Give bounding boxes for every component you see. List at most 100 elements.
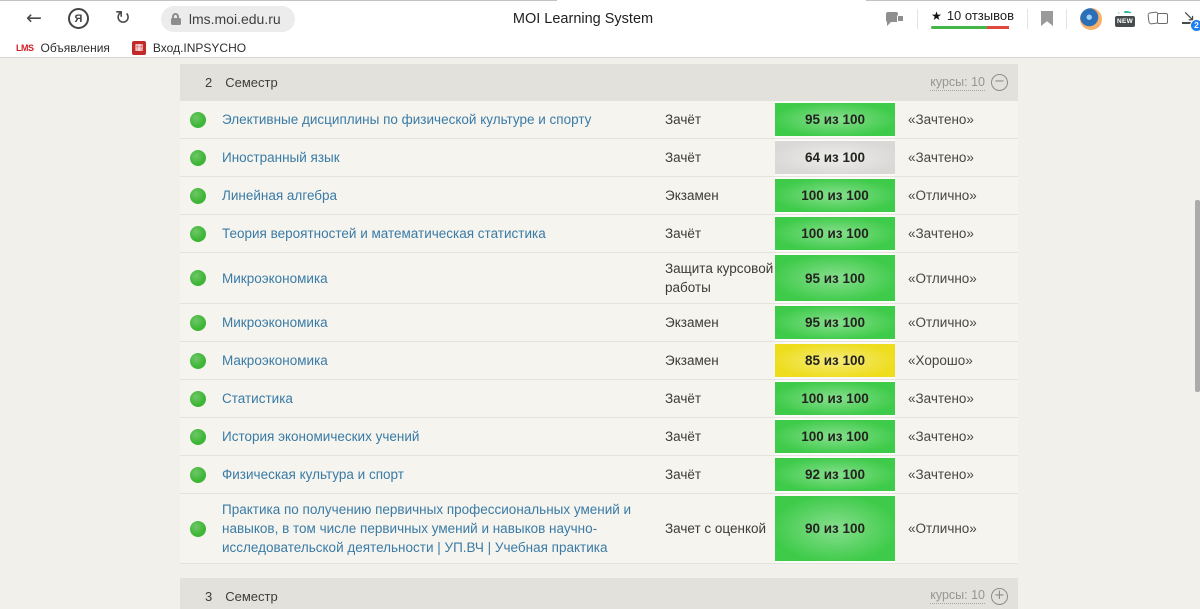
semester-3-header[interactable]: 3 Семестр курсы: 10 + bbox=[180, 578, 1018, 609]
course-link[interactable]: Статистика bbox=[222, 391, 293, 406]
grade-text: «Зачтено» bbox=[895, 429, 1018, 444]
refresh-icon[interactable]: ↻ bbox=[115, 9, 131, 28]
expand-icon[interactable]: + bbox=[991, 588, 1008, 605]
browser-extension-icon[interactable] bbox=[1080, 8, 1102, 30]
course-cell: Линейная алгебра bbox=[222, 180, 665, 211]
course-link[interactable]: Микроэкономика bbox=[222, 271, 328, 286]
course-cell: Элективные дисциплины по физической куль… bbox=[222, 104, 665, 135]
course-link[interactable]: Элективные дисциплины по физической куль… bbox=[222, 112, 591, 127]
reviews-count: 10 отзывов bbox=[947, 8, 1014, 23]
course-link[interactable]: Теория вероятностей и математическая ста… bbox=[222, 226, 546, 241]
status-dot-icon bbox=[190, 188, 206, 204]
status-dot-icon bbox=[190, 315, 206, 331]
assessment-type: Защита курсовой работы bbox=[665, 253, 775, 303]
score-badge: 85 из 100 bbox=[775, 344, 895, 377]
table-row: СтатистикаЗачёт100 из 100«Зачтено» bbox=[180, 380, 1018, 418]
score-cell: 95 из 100 bbox=[775, 253, 895, 303]
new-features-icon[interactable]: NEW bbox=[1115, 11, 1135, 27]
table-row: Микроэкономика Защита курсовой работы95 и… bbox=[180, 253, 1018, 304]
score-cell: 90 из 100 bbox=[775, 494, 895, 563]
courses-count-link[interactable]: курсы: 10 bbox=[930, 588, 985, 604]
status-dot-cell bbox=[190, 188, 222, 204]
status-dot-icon bbox=[190, 353, 206, 369]
lock-icon bbox=[171, 13, 181, 25]
site-reviews-button[interactable]: ★ 10 отзывов bbox=[931, 8, 1014, 29]
grades-panel: 2 Семестр курсы: 10 − Элективные дисципл… bbox=[180, 64, 1018, 564]
courses-count-link[interactable]: курсы: 10 bbox=[930, 75, 985, 91]
score-cell: 92 из 100 bbox=[775, 456, 895, 493]
status-dot-icon bbox=[190, 150, 206, 166]
feedback-chat-icon[interactable] bbox=[886, 12, 904, 26]
score-badge: 64 из 100 bbox=[775, 141, 895, 174]
score-cell: 100 из 100 bbox=[775, 215, 895, 252]
status-dot-cell bbox=[190, 429, 222, 445]
table-row: Макроэкономика Экзамен85 из 100«Хорошо» bbox=[180, 342, 1018, 380]
assessment-type: Зачёт bbox=[665, 459, 775, 490]
assessment-type: Экзамен bbox=[665, 345, 775, 376]
grade-text: «Отлично» bbox=[895, 315, 1018, 330]
nav-button-group: ← Я ↻ lms.moi.edu.ru bbox=[0, 6, 295, 32]
status-dot-icon bbox=[190, 112, 206, 128]
grade-text: «Зачтено» bbox=[895, 226, 1018, 241]
table-row: Элективные дисциплины по физической куль… bbox=[180, 101, 1018, 139]
grade-text: «Зачтено» bbox=[895, 467, 1018, 482]
semester-2-header[interactable]: 2 Семестр курсы: 10 − bbox=[180, 64, 1018, 101]
course-link[interactable]: Линейная алгебра bbox=[222, 188, 337, 203]
collapse-icon[interactable]: − bbox=[991, 74, 1008, 91]
status-dot-cell bbox=[190, 112, 222, 128]
bookmark-item-announcements[interactable]: LMS Объявления bbox=[10, 41, 116, 55]
course-link[interactable]: Физическая культура и спорт bbox=[222, 467, 404, 482]
status-dot-cell bbox=[190, 353, 222, 369]
grade-text: «Отлично» bbox=[895, 521, 1018, 536]
score-cell: 100 из 100 bbox=[775, 177, 895, 214]
course-cell: Макроэкономика bbox=[222, 345, 665, 376]
status-dot-cell bbox=[190, 226, 222, 242]
toolbar-right-icons: ★ 10 отзывов NEW → 2 bbox=[886, 0, 1200, 37]
yandex-home-icon[interactable]: Я bbox=[68, 8, 89, 29]
status-dot-cell bbox=[190, 467, 222, 483]
course-cell: Практика по получению первичных професси… bbox=[222, 494, 665, 563]
browser-chrome: ← Я ↻ lms.moi.edu.ru MOI Learning System… bbox=[0, 0, 1200, 58]
score-badge: 95 из 100 bbox=[775, 103, 895, 136]
downloads-icon[interactable]: → 2 bbox=[1181, 8, 1200, 30]
score-cell: 64 из 100 bbox=[775, 139, 895, 176]
reviews-rating-bar bbox=[931, 26, 1014, 29]
grade-text: «Отлично» bbox=[895, 188, 1018, 203]
course-link[interactable]: Практика по получению первичных професси… bbox=[222, 502, 631, 555]
course-cell: Физическая культура и спорт bbox=[222, 459, 665, 490]
status-dot-icon bbox=[190, 270, 206, 286]
tab-groups-icon[interactable] bbox=[1148, 11, 1168, 27]
course-link[interactable]: Макроэкономика bbox=[222, 353, 328, 368]
assessment-type: Зачёт bbox=[665, 421, 775, 452]
course-rows: Элективные дисциплины по физической куль… bbox=[180, 101, 1018, 564]
bookmark-icon[interactable] bbox=[1041, 11, 1053, 26]
course-link[interactable]: История экономических учений bbox=[222, 429, 419, 444]
course-link[interactable]: Микроэкономика bbox=[222, 315, 328, 330]
score-cell: 100 из 100 bbox=[775, 380, 895, 417]
address-bar[interactable]: lms.moi.edu.ru bbox=[161, 6, 295, 32]
vertical-scrollbar[interactable] bbox=[1195, 200, 1200, 392]
score-badge: 100 из 100 bbox=[775, 179, 895, 212]
assessment-type: Зачет с оценкой bbox=[665, 513, 775, 544]
divider bbox=[1027, 9, 1028, 29]
grade-text: «Хорошо» bbox=[895, 353, 1018, 368]
status-dot-cell bbox=[190, 270, 222, 286]
score-badge: 95 из 100 bbox=[775, 255, 895, 301]
course-link[interactable]: Иностранный язык bbox=[222, 150, 340, 165]
score-badge: 92 из 100 bbox=[775, 458, 895, 491]
inpsycho-favicon: ▦ bbox=[132, 41, 146, 55]
bookmark-item-inpsycho[interactable]: ▦ Вход.INPSYCHO bbox=[126, 41, 252, 55]
score-badge: 90 из 100 bbox=[775, 496, 895, 561]
assessment-type: Экзамен bbox=[665, 180, 775, 211]
table-row: История экономических ученийЗачёт100 из … bbox=[180, 418, 1018, 456]
score-cell: 95 из 100 bbox=[775, 304, 895, 341]
semester-label: Семестр bbox=[225, 75, 277, 90]
status-dot-icon bbox=[190, 467, 206, 483]
browser-toolbar: ← Я ↻ lms.moi.edu.ru MOI Learning System… bbox=[0, 0, 1200, 37]
status-dot-cell bbox=[190, 391, 222, 407]
back-icon[interactable]: ← bbox=[26, 9, 42, 28]
score-cell: 85 из 100 bbox=[775, 342, 895, 379]
grade-text: «Отлично» bbox=[895, 271, 1018, 286]
course-cell: Микроэкономика bbox=[222, 307, 665, 338]
divider bbox=[1066, 9, 1067, 29]
